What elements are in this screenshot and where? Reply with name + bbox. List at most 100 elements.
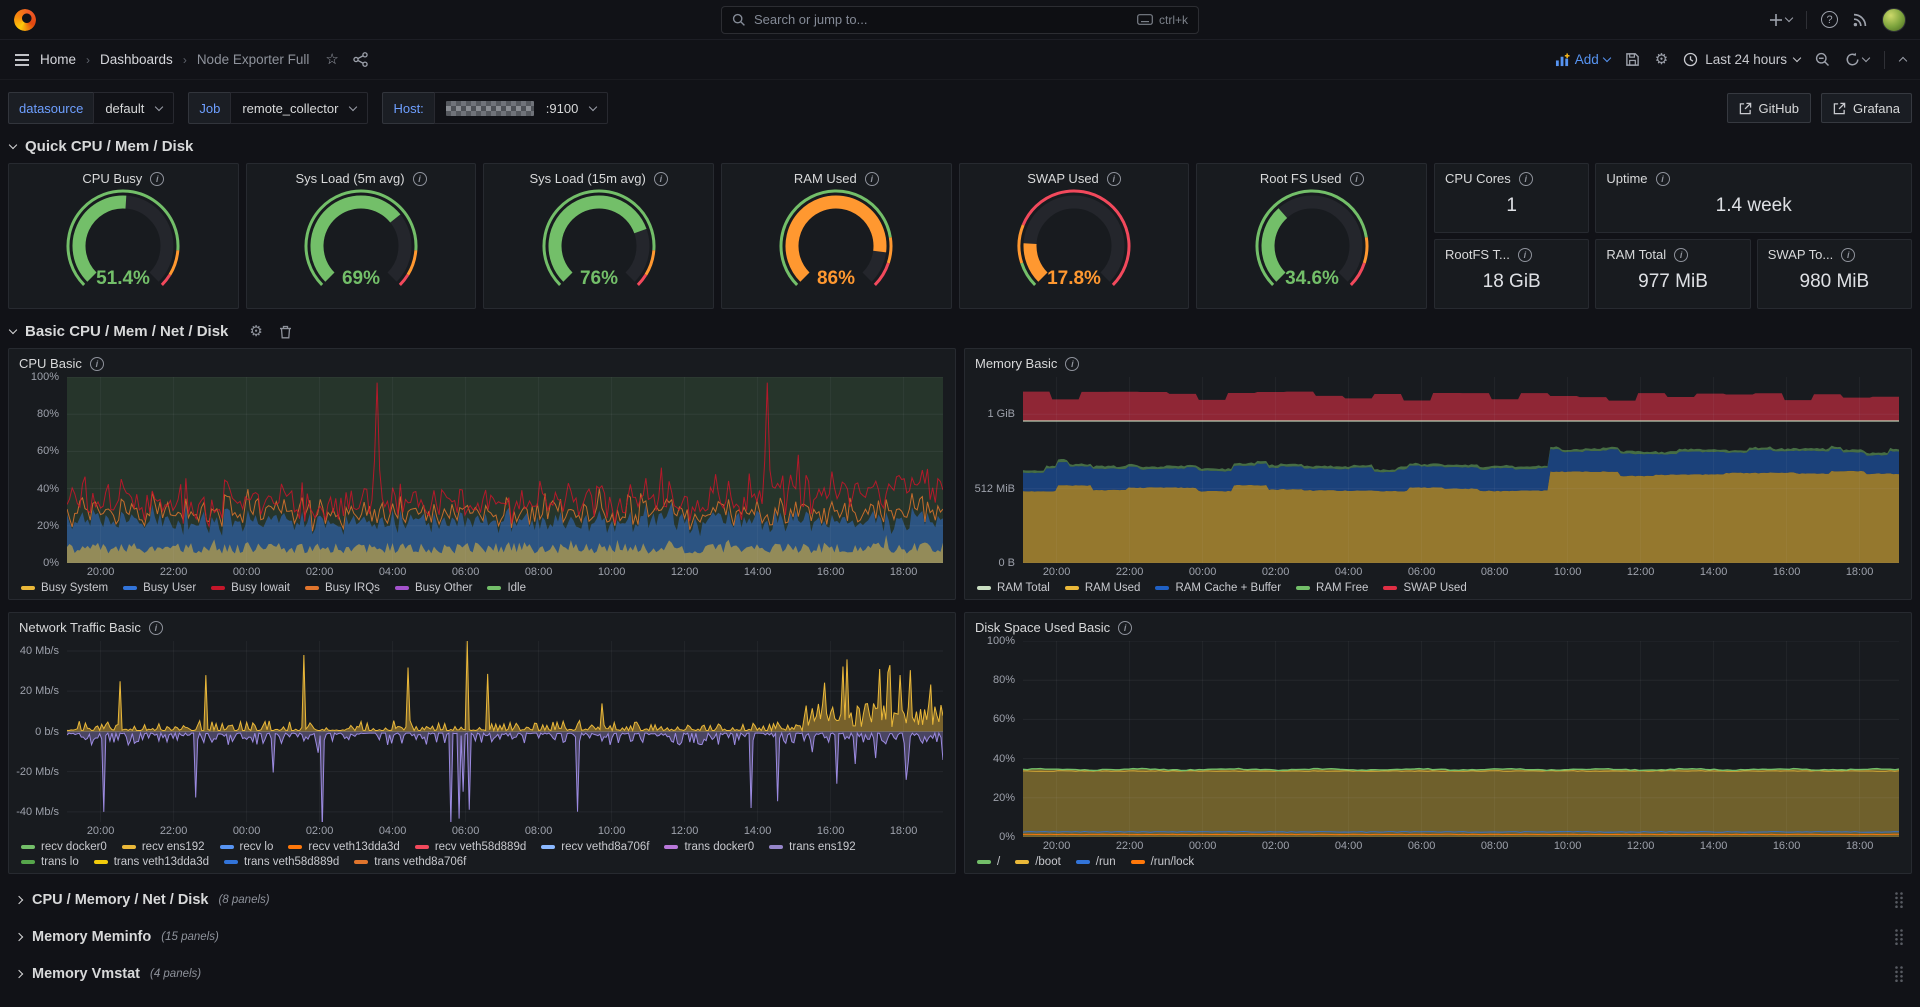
share-icon[interactable] <box>353 52 368 67</box>
collapsed-row-memory-vmstat[interactable]: Memory Vmstat(4 panels) <box>8 960 1912 988</box>
row-settings-icon[interactable]: ⚙ <box>249 324 262 339</box>
legend-item[interactable]: RAM Used <box>1065 582 1141 594</box>
refresh-button[interactable] <box>1845 52 1869 67</box>
info-icon[interactable]: i <box>1118 621 1132 635</box>
info-icon[interactable]: i <box>1107 172 1121 186</box>
legend-item[interactable]: trans veth13dda3d <box>94 856 209 868</box>
row-drag-handle[interactable] <box>1894 891 1904 909</box>
info-icon[interactable]: i <box>654 172 668 186</box>
legend-item[interactable]: Busy User <box>123 582 196 594</box>
info-icon[interactable]: i <box>865 172 879 186</box>
collapse-toolbar-button[interactable] <box>1900 55 1906 64</box>
info-icon[interactable]: i <box>90 357 104 371</box>
legend-item[interactable]: Busy Iowait <box>211 582 290 594</box>
mega-menu-button[interactable] <box>14 53 30 67</box>
new-button[interactable] <box>1769 13 1792 27</box>
dashboard-link-github[interactable]: GitHub <box>1727 93 1811 123</box>
legend-item[interactable]: Busy IRQs <box>305 582 380 594</box>
zoom-out-time-button[interactable] <box>1815 52 1830 67</box>
panel-title[interactable]: Memory Basici <box>965 349 1911 373</box>
legend-item[interactable]: Busy System <box>21 582 108 594</box>
legend-item[interactable]: Idle <box>487 582 526 594</box>
plot-area[interactable]: 20:0022:0000:0002:0004:0006:0008:0010:00… <box>1023 641 1899 853</box>
collapsed-row-memory-meminfo[interactable]: Memory Meminfo(15 panels) <box>8 923 1912 951</box>
info-icon[interactable]: i <box>1350 172 1364 186</box>
chevron-right-icon <box>15 933 23 941</box>
variable-value-dropdown[interactable]: default <box>93 92 174 124</box>
legend-item[interactable]: Busy Other <box>395 582 473 594</box>
dashboard-settings-button[interactable]: ⚙ <box>1655 52 1668 67</box>
panel-title[interactable]: RAM Totali <box>1596 240 1749 264</box>
legend-item[interactable]: recv vethd8a706f <box>541 841 649 853</box>
panel-title[interactable]: Sys Load (15m avg)i <box>520 164 678 188</box>
panel-title[interactable]: Root FS Usedi <box>1250 164 1374 188</box>
legend-item[interactable]: /run <box>1076 856 1116 868</box>
panel-title[interactable]: CPU Coresi <box>1435 164 1588 188</box>
grafana-logo-icon[interactable] <box>14 9 36 31</box>
legend-item[interactable]: trans veth58d889d <box>224 856 339 868</box>
info-icon[interactable]: i <box>1674 248 1688 262</box>
save-dashboard-button[interactable] <box>1625 52 1640 67</box>
legend-item[interactable]: trans docker0 <box>664 841 754 853</box>
legend-item[interactable]: SWAP Used <box>1383 582 1466 594</box>
info-icon[interactable]: i <box>1841 248 1855 262</box>
breadcrumb-dashboards[interactable]: Dashboards <box>100 52 173 67</box>
row-header-basic[interactable]: Basic CPU / Mem / Net / Disk ⚙ <box>10 323 1912 340</box>
collapsed-row-cpu-memory-net-disk[interactable]: CPU / Memory / Net / Disk(8 panels) <box>8 886 1912 914</box>
panel-title[interactable]: Uptimei <box>1596 164 1911 188</box>
info-icon[interactable]: i <box>413 172 427 186</box>
legend-item[interactable]: /run/lock <box>1131 856 1194 868</box>
info-icon[interactable]: i <box>1656 172 1670 186</box>
news-button[interactable] <box>1852 12 1868 28</box>
legend-item[interactable]: RAM Free <box>1296 582 1368 594</box>
plot-area[interactable]: 20:0022:0000:0002:0004:0006:0008:0010:00… <box>67 641 943 838</box>
legend-item[interactable]: recv docker0 <box>21 841 107 853</box>
row-drag-handle[interactable] <box>1894 928 1904 946</box>
variable-job[interactable]: Jobremote_collector <box>188 92 368 124</box>
legend-item[interactable]: trans ens192 <box>769 841 856 853</box>
variable-value-dropdown[interactable]: remote_collector <box>230 92 368 124</box>
plot-area[interactable]: 20:0022:0000:0002:0004:0006:0008:0010:00… <box>1023 377 1899 579</box>
trash-icon[interactable] <box>279 325 292 339</box>
legend-item[interactable]: RAM Cache + Buffer <box>1155 582 1281 594</box>
row-header-quick[interactable]: Quick CPU / Mem / Disk <box>10 138 1912 155</box>
info-icon[interactable]: i <box>149 621 163 635</box>
search-icon <box>732 13 746 27</box>
legend-item[interactable]: trans lo <box>21 856 79 868</box>
breadcrumb-home[interactable]: Home <box>40 52 76 67</box>
panel-title[interactable]: RootFS T...i <box>1435 240 1588 264</box>
legend-item[interactable]: recv veth58d889d <box>415 841 526 853</box>
help-button[interactable]: ? <box>1821 11 1838 28</box>
info-icon[interactable]: i <box>1518 248 1532 262</box>
add-panel-button[interactable]: Add <box>1555 52 1610 67</box>
panel-title[interactable]: Network Traffic Basici <box>9 613 955 637</box>
panel-title[interactable]: SWAP Usedi <box>1017 164 1131 188</box>
info-icon[interactable]: i <box>1519 172 1533 186</box>
legend-item[interactable]: recv lo <box>220 841 274 853</box>
legend-item[interactable]: / <box>977 856 1000 868</box>
favorite-star-icon[interactable]: ☆ <box>325 52 338 67</box>
info-icon[interactable]: i <box>150 172 164 186</box>
variable-datasource[interactable]: datasourcedefault <box>8 92 174 124</box>
panel-title[interactable]: CPU Basici <box>9 349 955 373</box>
panel-title[interactable]: SWAP To...i <box>1758 240 1911 264</box>
row-drag-handle[interactable] <box>1894 965 1904 983</box>
panel-title[interactable]: CPU Busyi <box>72 164 174 188</box>
legend-item[interactable]: /boot <box>1015 856 1061 868</box>
legend-item[interactable]: RAM Total <box>977 582 1050 594</box>
panel-title[interactable]: Sys Load (5m avg)i <box>285 164 436 188</box>
variable-host[interactable]: Host::9100 <box>382 92 608 124</box>
info-icon[interactable]: i <box>1065 357 1079 371</box>
stat-panel-rootfs-t-: RootFS T...i18 GiB <box>1434 239 1589 309</box>
variable-value-dropdown[interactable]: :9100 <box>434 92 609 124</box>
dashboard-link-grafana[interactable]: Grafana <box>1821 93 1912 123</box>
legend-item[interactable]: trans vethd8a706f <box>354 856 466 868</box>
time-range-picker[interactable]: Last 24 hours <box>1683 52 1800 67</box>
legend-item[interactable]: recv ens192 <box>122 841 205 853</box>
plot-area[interactable]: 20:0022:0000:0002:0004:0006:0008:0010:00… <box>67 377 943 579</box>
user-avatar[interactable] <box>1882 8 1906 32</box>
panel-title[interactable]: RAM Usedi <box>784 164 889 188</box>
legend-item[interactable]: recv veth13dda3d <box>288 841 399 853</box>
panel-title[interactable]: Disk Space Used Basici <box>965 613 1911 637</box>
search-input[interactable]: Search or jump to... ctrl+k <box>721 6 1199 34</box>
